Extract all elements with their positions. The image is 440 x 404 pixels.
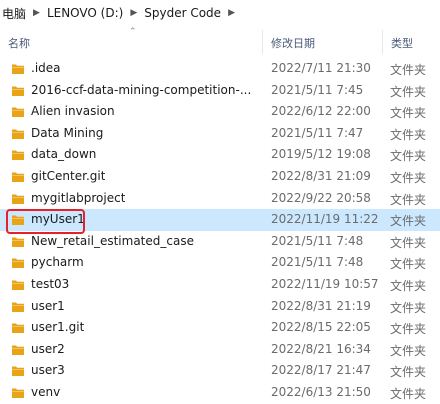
file-row[interactable]: Alien invasion 2022/6/12 22:00 文件夹 (0, 101, 440, 123)
chevron-right-icon[interactable]: ▶ (28, 8, 45, 18)
folder-icon (11, 148, 25, 161)
file-modified-date: 2021/5/11 7:47 (271, 125, 364, 140)
breadcrumb: 电脑 ▶ LENOVO (D:) ▶ Spyder Code ▶ (0, 0, 440, 26)
file-type: 文件夹 (390, 214, 427, 229)
file-name: .idea (31, 61, 61, 75)
file-row[interactable]: test03 2022/11/19 10:57 文件夹 (0, 274, 440, 296)
column-header-row: 名称 ⌃ 修改日期 类型 (0, 26, 440, 58)
breadcrumb-item-this-pc[interactable]: 电脑 (0, 5, 28, 22)
file-name: Alien invasion (31, 104, 115, 119)
column-divider[interactable] (382, 30, 383, 54)
file-type: 文件夹 (390, 300, 427, 315)
column-divider[interactable] (262, 30, 263, 54)
file-modified-date: 2022/9/22 20:58 (271, 190, 371, 205)
file-type: 文件夹 (390, 322, 427, 337)
column-header-date[interactable]: 修改日期 (271, 35, 315, 51)
chevron-right-icon[interactable]: ▶ (223, 8, 240, 18)
folder-icon (11, 105, 25, 118)
file-name: pycharm (31, 255, 84, 270)
file-modified-date: 2022/8/17 21:47 (271, 363, 371, 378)
folder-icon (11, 235, 25, 248)
folder-icon (11, 84, 25, 97)
file-modified-date: 2022/8/31 21:19 (271, 298, 371, 313)
file-modified-date: 2022/7/11 21:30 (271, 61, 371, 75)
file-type: 文件夹 (390, 149, 427, 164)
folder-icon (11, 278, 25, 291)
file-row[interactable]: data_down 2019/5/12 19:08 文件夹 (0, 144, 440, 166)
annotation-highlight-box (6, 209, 85, 234)
file-type: 文件夹 (390, 127, 427, 142)
file-name: mygitlabproject (31, 190, 126, 205)
file-row[interactable]: venv 2022/6/13 21:50 文件夹 (0, 382, 440, 404)
file-row[interactable]: pycharm 2021/5/11 7:48 文件夹 (0, 252, 440, 274)
folder-icon (11, 62, 25, 75)
file-modified-date: 2022/11/19 11:22 (271, 212, 379, 227)
file-row[interactable]: user1 2022/8/31 21:19 文件夹 (0, 296, 440, 318)
file-type: 文件夹 (390, 170, 427, 185)
folder-icon (11, 343, 25, 356)
file-modified-date: 2021/5/11 7:48 (271, 255, 364, 270)
folder-icon (11, 127, 25, 140)
file-type: 文件夹 (390, 192, 427, 207)
folder-icon (11, 170, 25, 183)
file-row[interactable]: Data Mining 2021/5/11 7:47 文件夹 (0, 123, 440, 145)
file-type: 文件夹 (390, 257, 427, 272)
breadcrumb-item-folder[interactable]: Spyder Code (142, 6, 223, 20)
file-modified-date: 2019/5/12 19:08 (271, 147, 371, 162)
file-row[interactable]: .idea 2022/7/11 21:30 文件夹 (0, 58, 440, 80)
folder-icon (11, 364, 25, 377)
file-type: 文件夹 (390, 63, 427, 77)
file-type: 文件夹 (390, 106, 427, 121)
breadcrumb-item-drive[interactable]: LENOVO (D:) (45, 6, 125, 20)
file-name: user1.git (31, 320, 85, 335)
folder-icon (11, 192, 25, 205)
file-name: Data Mining (31, 125, 104, 140)
file-type: 文件夹 (390, 278, 427, 293)
file-name: data_down (31, 147, 97, 162)
file-type: 文件夹 (390, 386, 427, 401)
file-modified-date: 2022/8/15 22:05 (271, 320, 371, 335)
file-name: gitCenter.git (31, 168, 106, 183)
file-row[interactable]: user3 2022/8/17 21:47 文件夹 (0, 360, 440, 382)
file-row[interactable]: user2 2022/8/21 16:34 文件夹 (0, 339, 440, 361)
file-type: 文件夹 (390, 84, 427, 99)
file-type: 文件夹 (390, 343, 427, 358)
chevron-right-icon[interactable]: ▶ (125, 8, 142, 18)
file-name: test03 (31, 276, 70, 291)
file-row[interactable]: mygitlabproject 2022/9/22 20:58 文件夹 (0, 188, 440, 210)
column-header-name[interactable]: 名称 (8, 35, 30, 51)
file-name: user3 (31, 363, 65, 378)
file-name: 2016-ccf-data-mining-competition-... (31, 82, 252, 97)
file-name: user1 (31, 298, 65, 313)
folder-icon (11, 386, 25, 399)
file-modified-date: 2021/5/11 7:45 (271, 82, 364, 97)
file-modified-date: 2022/8/21 16:34 (271, 341, 371, 356)
file-row[interactable]: user1.git 2022/8/15 22:05 文件夹 (0, 317, 440, 339)
file-name: venv (31, 384, 61, 399)
file-name: user2 (31, 341, 65, 356)
file-row[interactable]: gitCenter.git 2022/8/31 21:09 文件夹 (0, 166, 440, 188)
column-header-type[interactable]: 类型 (391, 35, 413, 51)
file-modified-date: 2022/8/31 21:09 (271, 168, 371, 183)
sort-ascending-icon: ⌃ (129, 27, 137, 37)
file-type: 文件夹 (390, 365, 427, 380)
folder-icon (11, 300, 25, 313)
file-name: New_retail_estimated_case (31, 233, 194, 248)
file-type: 文件夹 (390, 235, 427, 250)
folder-icon (11, 321, 25, 334)
file-modified-date: 2022/6/12 22:00 (271, 104, 371, 119)
folder-icon (11, 256, 25, 269)
file-modified-date: 2022/11/19 10:57 (271, 276, 379, 291)
file-row[interactable]: 2016-ccf-data-mining-competition-... 2021… (0, 80, 440, 102)
file-modified-date: 2021/5/11 7:48 (271, 233, 364, 248)
file-modified-date: 2022/6/13 21:50 (271, 384, 371, 399)
